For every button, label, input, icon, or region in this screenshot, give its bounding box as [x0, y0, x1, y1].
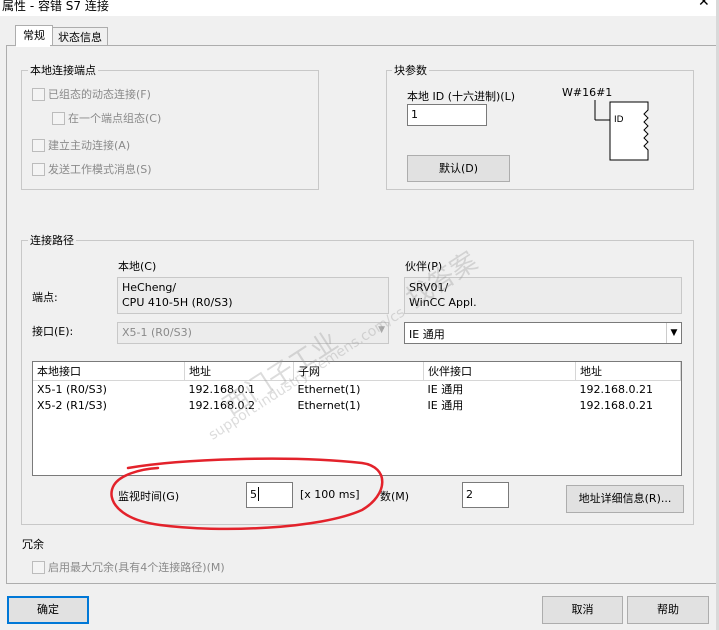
- close-icon[interactable]: ✕: [698, 0, 710, 10]
- column-header[interactable]: 伙伴接口: [423, 362, 576, 381]
- table-row[interactable]: X5-2 (R1/S3) 192.168.0.2 Ethernet(1) IE …: [33, 397, 681, 413]
- local-endpoint-field: HeCheng/ CPU 410-5H (R0/S3): [117, 277, 389, 314]
- checkbox-active-setup[interactable]: [32, 139, 45, 152]
- table-cell: 192.168.0.21: [579, 382, 653, 396]
- address-details-button[interactable]: 地址详细信息(R)...: [566, 485, 684, 513]
- label-one-endpoint: 在一个端点组态(C): [68, 112, 162, 125]
- function-block-diagram: [594, 100, 649, 161]
- local-interface-value: X5-1 (R0/S3): [122, 326, 192, 339]
- cancel-button[interactable]: 取消: [542, 596, 623, 624]
- partner-interface-value: IE 通用: [409, 328, 445, 341]
- multiplier-input[interactable]: 2: [462, 482, 509, 508]
- interface-label: 接口(E):: [32, 325, 74, 338]
- checkbox-max-redundancy[interactable]: [32, 561, 45, 574]
- help-button[interactable]: 帮助: [627, 596, 709, 624]
- column-header[interactable]: 地址: [575, 362, 681, 381]
- tab-status[interactable]: 状态信息: [52, 27, 108, 47]
- red-annotation-circle: [110, 457, 384, 531]
- endpoint-label: 端点:: [32, 291, 58, 304]
- path-table-grid: 本地接口 地址 子网 伙伴接口 地址 X5-1 (R0/S3) 192.168.…: [33, 362, 681, 413]
- column-header[interactable]: 本地接口: [33, 362, 185, 381]
- tab-general[interactable]: 常规: [15, 25, 53, 47]
- multiplier-value: 2: [466, 488, 473, 501]
- tab-connector: [16, 45, 50, 47]
- redundancy-label: 冗余: [22, 538, 44, 551]
- tab-status-label: 状态信息: [58, 31, 102, 44]
- checkbox-one-endpoint[interactable]: [52, 112, 65, 125]
- cancel-button-label: 取消: [571, 603, 594, 616]
- local-endpoint-line2: CPU 410-5H (R0/S3): [122, 296, 233, 309]
- checkbox-send-opmode[interactable]: [32, 163, 45, 176]
- default-button-label: 默认(D): [438, 162, 479, 175]
- chevron-down-icon[interactable]: ▼: [666, 323, 681, 343]
- help-button-label: 帮助: [657, 603, 679, 616]
- table-cell: Ethernet(1): [297, 398, 361, 412]
- partner-interface-select[interactable]: IE 通用 ▼: [404, 322, 682, 344]
- table-cell: X5-1 (R0/S3): [37, 382, 107, 396]
- table-cell: X5-2 (R1/S3): [37, 398, 107, 412]
- label-configured-dynamic: 已组态的动态连接(F): [48, 88, 151, 101]
- table-row[interactable]: X5-1 (R0/S3) 192.168.0.1 Ethernet(1) IE …: [33, 381, 681, 398]
- checkbox-configured-dynamic[interactable]: [32, 88, 45, 101]
- tab-general-label: 常规: [23, 29, 45, 42]
- ok-button[interactable]: 确定: [7, 596, 89, 624]
- table-cell: Ethernet(1): [297, 382, 361, 396]
- block-pin-label: ID: [614, 115, 624, 125]
- ok-button-label: 确定: [37, 603, 59, 616]
- local-endpoint-group-label: 本地连接端点: [28, 62, 98, 78]
- table-cell: 192.168.0.21: [579, 398, 653, 412]
- table-cell: IE 通用: [427, 383, 464, 396]
- local-id-label: 本地 ID (十六进制)(L): [407, 90, 516, 103]
- table-cell: IE 通用: [427, 399, 464, 412]
- local-header: 本地(C): [118, 260, 157, 273]
- connection-path-group-label: 连接路径: [28, 232, 76, 248]
- table-header-row: 本地接口 地址 子网 伙伴接口 地址: [33, 362, 681, 381]
- local-endpoint-line1: HeCheng/: [122, 281, 177, 294]
- block-params-group-label: 块参数: [392, 62, 429, 78]
- label-max-redundancy: 启用最大冗余(具有4个连接路径)(M): [48, 561, 225, 574]
- default-button[interactable]: 默认(D): [407, 155, 510, 182]
- address-details-label: 地址详细信息(R)...: [578, 492, 672, 505]
- label-active-setup: 建立主动连接(A): [48, 139, 131, 152]
- local-id-input[interactable]: 1: [407, 104, 487, 126]
- window-title: 属性 - 容错 S7 连接: [2, 0, 109, 13]
- local-id-value: 1: [411, 108, 418, 121]
- label-send-opmode: 发送工作模式消息(S): [48, 163, 152, 176]
